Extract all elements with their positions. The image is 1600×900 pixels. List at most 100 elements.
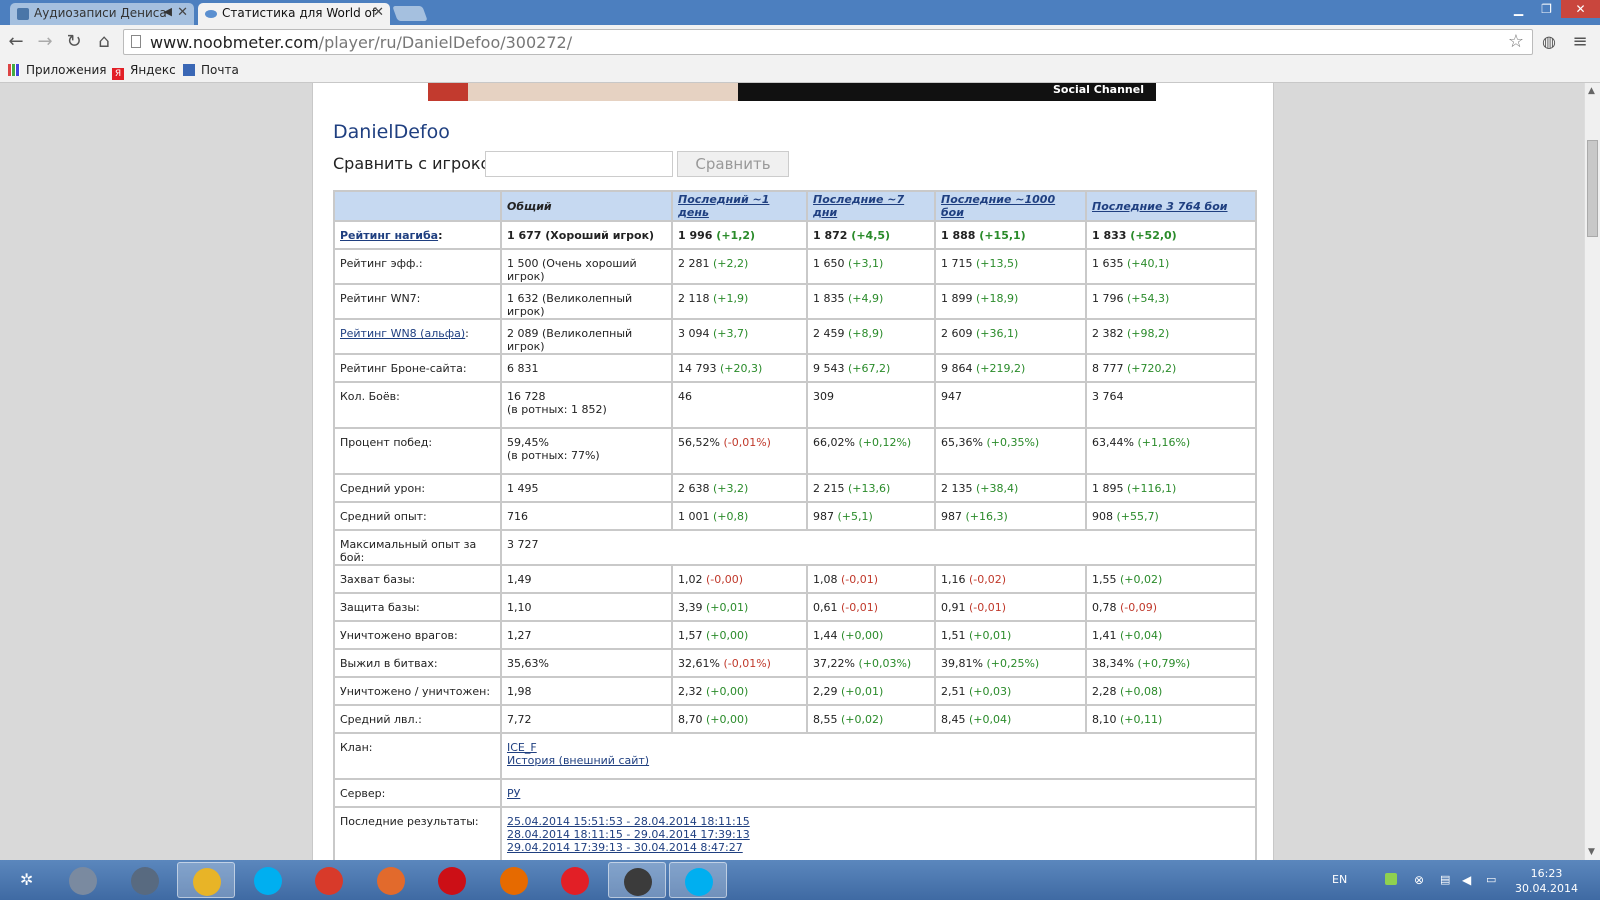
value-link[interactable]: РУ [507, 787, 520, 800]
row-label-link[interactable]: Рейтинг WN8 (альфа) [340, 327, 465, 340]
table-row: Клан: ICE_F История (внешний сайт) [333, 732, 1257, 780]
start-icon[interactable]: ✲ [20, 870, 40, 890]
maximize-button[interactable]: ❐ [1533, 0, 1560, 18]
vertical-scrollbar[interactable]: ▲ ▼ [1584, 83, 1600, 860]
stat-value: 1,41 [1092, 629, 1117, 642]
taskbar-file-manager[interactable] [54, 862, 112, 898]
taskbar-app-orange[interactable] [362, 862, 420, 898]
reload-button[interactable]: ↻ [62, 30, 86, 54]
tray-app-icon[interactable] [1385, 873, 1397, 885]
scroll-up-icon[interactable]: ▲ [1588, 86, 1595, 96]
taskbar-yandex[interactable] [546, 862, 604, 898]
column-header[interactable]: Последний ~1 день [671, 190, 808, 222]
url-text[interactable]: www.noobmeter.com/player/ru/DanielDefoo/… [150, 33, 572, 52]
scroll-down-icon[interactable]: ▼ [1588, 847, 1595, 857]
menu-icon[interactable]: ≡ [1568, 30, 1592, 54]
value-link[interactable]: 29.04.2014 17:39:13 - 30.04.2014 8:47:27 [507, 841, 743, 854]
skype-2-icon [685, 868, 713, 896]
stat-delta: (+0,35%) [986, 436, 1040, 449]
stat-value: 1 833 [1092, 229, 1127, 242]
stat-value: 8,70 [678, 713, 703, 726]
tab-statistics[interactable]: Статистика для World of ✕ [198, 3, 390, 25]
stat-delta: (+1,16%) [1137, 436, 1191, 449]
stat-value: 908 [1092, 510, 1113, 523]
stat-note: (в ротных: 77%) [507, 449, 600, 462]
home-button[interactable]: ⌂ [92, 30, 116, 54]
stat-cell: 46 [671, 381, 808, 429]
stat-cell: 63,44% (+1,16%) [1085, 427, 1257, 475]
ad-banner[interactable]: Social Channel [428, 83, 1156, 101]
taskbar-chrome[interactable] [177, 862, 235, 898]
table-row: Процент побед: 59,45% (в ротных: 77%) 56,52… [333, 427, 1257, 475]
row-label: Максимальный опыт за бой: [333, 529, 502, 566]
close-icon[interactable]: ✕ [177, 5, 188, 20]
minimize-button[interactable]: ▁ [1505, 0, 1532, 18]
taskbar-world-of-tanks[interactable] [607, 862, 666, 898]
stat-value: 3 094 [678, 327, 710, 340]
stat-cell: 1,10 [500, 592, 673, 622]
row-label[interactable]: Рейтинг нагиба: [333, 220, 502, 250]
globe-icon[interactable]: ◍ [1537, 30, 1561, 54]
bookmark-star-icon[interactable]: ☆ [1508, 31, 1524, 52]
stat-delta: (+55,7) [1116, 510, 1159, 523]
taskbar-skype-2[interactable] [669, 862, 727, 898]
battery-icon[interactable]: ▭ [1486, 873, 1498, 886]
volume-icon[interactable]: ◀ [1462, 873, 1474, 887]
column-header[interactable]: Последние ~7 дни [806, 190, 936, 222]
column-header-link[interactable]: Последние 3 764 бои [1092, 200, 1228, 213]
taskbar-opera-red[interactable] [300, 862, 358, 898]
stat-delta: (+13,5) [976, 257, 1019, 270]
value-link[interactable]: 28.04.2014 18:11:15 - 29.04.2014 17:39:1… [507, 828, 750, 841]
bookmark-mail[interactable]: Почта [183, 63, 239, 77]
stat-delta: (+3,7) [713, 327, 749, 340]
value-link[interactable]: 25.04.2014 15:51:53 - 28.04.2014 18:11:1… [507, 815, 750, 828]
back-button[interactable]: ← [4, 30, 28, 54]
column-header[interactable]: Последние 3 764 бои [1085, 190, 1257, 222]
language-indicator[interactable]: EN [1332, 873, 1347, 886]
column-header-link[interactable]: Последний ~1 день [678, 193, 769, 219]
stat-delta: (+0,08) [1120, 685, 1163, 698]
content-container: Social Channel DanielDefoo Сравнить с иг… [312, 83, 1274, 860]
taskbar-opera[interactable] [423, 862, 481, 898]
stat-cell: 1 715 (+13,5) [934, 248, 1087, 285]
stat-value: 1,98 [507, 685, 532, 698]
scroll-thumb[interactable] [1587, 140, 1598, 237]
stat-value: 3 764 [1092, 390, 1124, 403]
new-tab-button[interactable] [392, 6, 428, 21]
stat-cell: 0,78 (-0,09) [1085, 592, 1257, 622]
column-header-link[interactable]: Последние ~7 дни [813, 193, 904, 219]
stat-cell: 1 495 [500, 473, 673, 503]
compare-player-input[interactable] [485, 151, 673, 177]
column-header[interactable]: Последние ~1000 бои [934, 190, 1087, 222]
taskbar-audio[interactable] [116, 862, 174, 898]
stat-cell: 59,45% (в ротных: 77%) [500, 427, 673, 475]
close-icon[interactable]: ✕ [373, 5, 384, 20]
stat-delta: (+0,12%) [858, 436, 912, 449]
stat-cell: 37,22% (+0,03%) [806, 648, 936, 678]
value-link[interactable]: ICE_F [507, 741, 537, 754]
address-bar[interactable]: www.noobmeter.com/player/ru/DanielDefoo/… [123, 29, 1533, 55]
bookmark-label: Приложения [26, 63, 107, 77]
close-window-button[interactable]: ✕ [1561, 0, 1600, 18]
stat-delta: (+0,11) [1120, 713, 1163, 726]
compare-button[interactable]: Сравнить [677, 151, 789, 177]
value-link[interactable]: История (внешний сайт) [507, 754, 649, 767]
tab-audio[interactable]: Аудиозаписи Дениса ◀ ✕ [10, 3, 194, 25]
bookmark-apps[interactable]: Приложения [8, 63, 107, 77]
taskbar-firefox[interactable] [485, 862, 543, 898]
stat-cell: 3 764 [1085, 381, 1257, 429]
stat-cell: 1 895 (+116,1) [1085, 473, 1257, 503]
stat-delta: (+20,3) [720, 362, 763, 375]
tray-misc-icon[interactable]: ⊗ [1414, 873, 1426, 887]
forward-button[interactable]: → [33, 30, 57, 54]
taskbar-skype[interactable] [239, 862, 297, 898]
row-label[interactable]: Рейтинг WN8 (альфа): [333, 318, 502, 355]
speaker-icon[interactable]: ◀ [164, 5, 172, 18]
network-icon[interactable]: ▤ [1440, 873, 1452, 886]
column-header-link[interactable]: Последние ~1000 бои [941, 193, 1055, 219]
row-label-link[interactable]: Рейтинг нагиба [340, 229, 438, 242]
clock[interactable]: 16:23 30.04.2014 [1515, 866, 1578, 896]
bookmark-yandex[interactable]: Я Яндекс [112, 63, 176, 80]
stat-cell: 987 (+5,1) [806, 501, 936, 531]
stat-value: 0,78 [1092, 601, 1117, 614]
